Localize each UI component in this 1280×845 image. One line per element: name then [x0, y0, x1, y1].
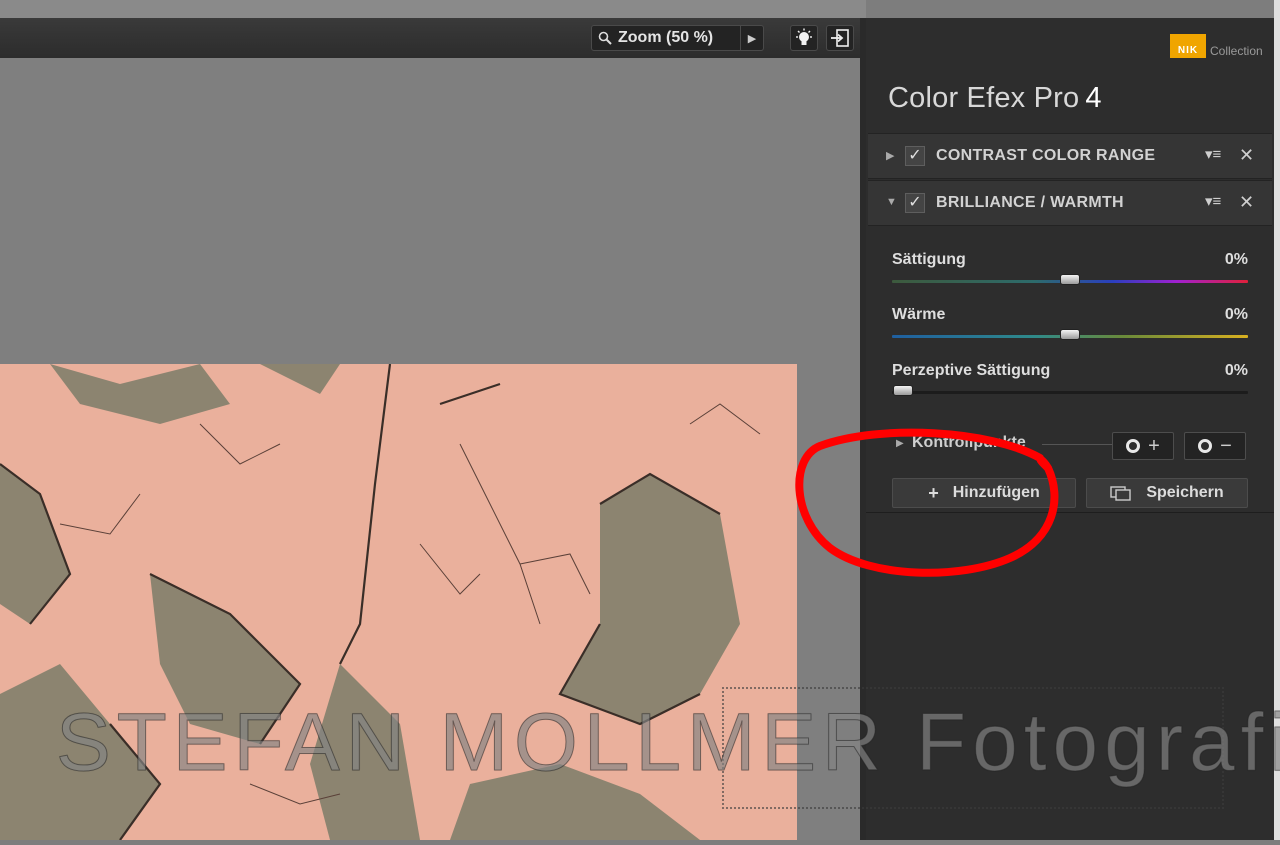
filter-name: CONTRAST COLOR RANGE: [936, 147, 1156, 164]
filter-enabled-checkbox[interactable]: ✓: [905, 193, 925, 213]
control-point-icon: [1198, 439, 1213, 453]
lightbulb-icon: [796, 28, 812, 45]
preview-toolbar: Zoom (50 %) ▶: [0, 18, 860, 59]
filter-menu-icon[interactable]: ▾≡: [1205, 192, 1221, 210]
filter-row-contrast-color-range[interactable]: ▶ ✓ CONTRAST COLOR RANGE ▾≡ ✕: [868, 133, 1272, 179]
expand-arrow-icon[interactable]: ▶: [886, 149, 894, 162]
control-point-icon: [1126, 439, 1141, 453]
slider-label: Wärme: [892, 306, 946, 323]
zoom-button[interactable]: Zoom (50 %): [592, 26, 740, 50]
plus-icon: +: [1148, 434, 1160, 457]
collapse-arrow-icon[interactable]: ▼: [886, 196, 897, 208]
zoom-label: Zoom (50 %): [618, 29, 714, 46]
slider-label: Perzeptive Sättigung: [892, 362, 1051, 379]
zoom-control[interactable]: Zoom (50 %) ▶: [591, 25, 764, 51]
slider-thumb[interactable]: [1060, 274, 1080, 285]
save-recipe-button[interactable]: Speichern: [1086, 478, 1248, 508]
filter-row-brilliance-warmth[interactable]: ▼ ✓ BRILLIANCE / WARMTH ▾≡ ✕: [868, 180, 1272, 226]
filter-enabled-checkbox[interactable]: ✓: [905, 146, 925, 166]
window-top-strip: [0, 0, 866, 18]
nik-collection-logo: NIK Collection: [1170, 34, 1263, 58]
magnifier-icon: [598, 31, 612, 45]
app-version: 4: [1085, 82, 1102, 114]
remove-control-point-button[interactable]: −: [1184, 432, 1246, 460]
slider-warmth[interactable]: Wärme 0%: [892, 306, 1248, 340]
app-title: Color Efex Pro 4: [888, 82, 1102, 115]
photographer-watermark: STEFAN MOLLMER Fotografie ©: [56, 697, 1280, 789]
slider-value: 0%: [1224, 362, 1248, 379]
red-annotation-circle: [795, 428, 1059, 577]
app-name: Color Efex Pro: [888, 82, 1080, 114]
exit-panel-icon: [831, 29, 849, 47]
zoom-menu-arrow[interactable]: ▶: [740, 26, 763, 50]
nik-caption: Collection: [1210, 44, 1263, 58]
filter-name: BRILLIANCE / WARMTH: [936, 194, 1124, 211]
button-label: Speichern: [1146, 484, 1224, 501]
exit-button[interactable]: [826, 25, 854, 51]
slider-thumb[interactable]: [892, 385, 913, 396]
slider-thumb[interactable]: [1060, 329, 1080, 340]
filter-close-icon[interactable]: ✕: [1239, 145, 1254, 166]
filter-close-icon[interactable]: ✕: [1239, 192, 1254, 213]
triangle-right-icon: ▶: [747, 32, 757, 45]
slider-label: Sättigung: [892, 251, 966, 268]
preview-light-button[interactable]: [790, 25, 818, 51]
slider-saturation[interactable]: Sättigung 0%: [892, 251, 1248, 285]
save-recipe-icon: [1110, 486, 1132, 501]
add-control-point-button[interactable]: +: [1112, 432, 1174, 460]
nik-logo-badge: NIK: [1170, 34, 1206, 58]
slider-track[interactable]: [892, 391, 1248, 394]
minus-icon: −: [1220, 434, 1232, 457]
slider-value: 0%: [1224, 251, 1248, 268]
slider-perceptive-saturation[interactable]: Perzeptive Sättigung 0%: [892, 362, 1248, 396]
filter-menu-icon[interactable]: ▾≡: [1205, 145, 1221, 163]
slider-value: 0%: [1224, 306, 1248, 323]
